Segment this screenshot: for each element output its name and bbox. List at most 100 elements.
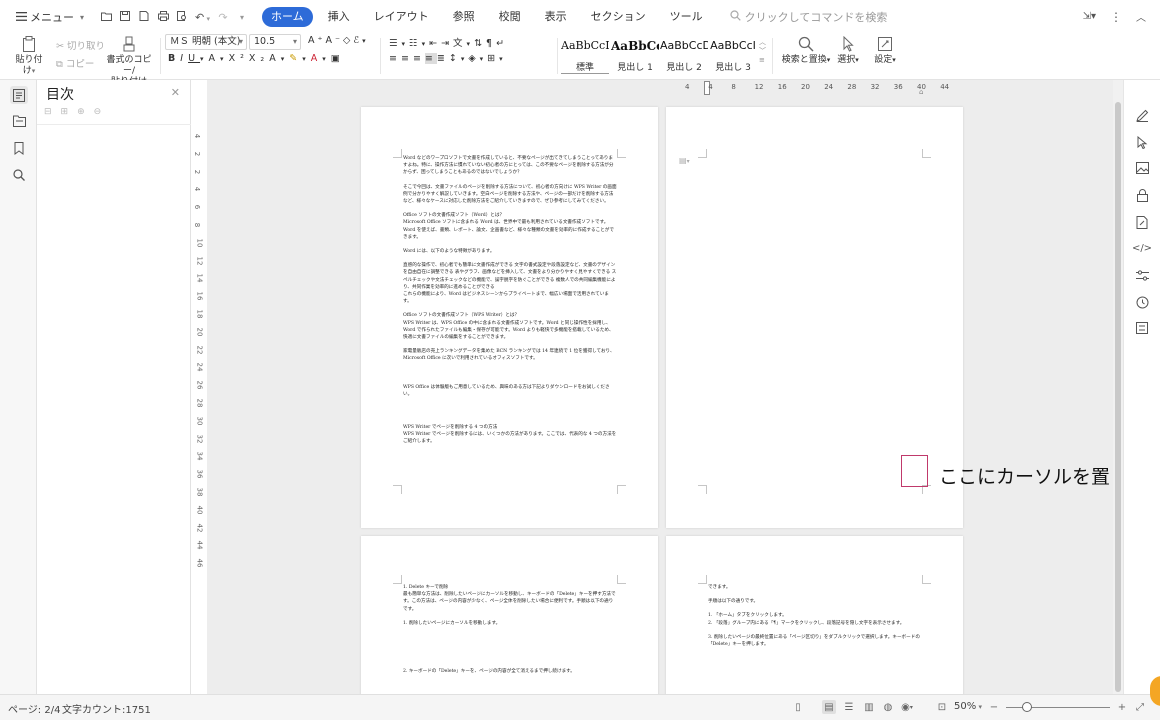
- pointer-icon[interactable]: [1134, 134, 1150, 150]
- align-right-icon[interactable]: ≡: [413, 53, 425, 64]
- grow-font-icon[interactable]: A⁺: [308, 35, 326, 46]
- page-indicator[interactable]: ページ: 2/4: [8, 701, 60, 716]
- chevron-down-icon[interactable]: ▾: [236, 13, 248, 22]
- list-view-icon[interactable]: [1134, 320, 1150, 336]
- zoom-out-icon[interactable]: −: [987, 700, 1001, 714]
- pilcrow-icon[interactable]: ↵: [496, 38, 508, 49]
- asian-layout-icon[interactable]: 文: [453, 38, 467, 49]
- web-view-icon[interactable]: ◍: [881, 700, 895, 714]
- cut-button[interactable]: ✂ 切り取り: [56, 38, 105, 52]
- tab-review[interactable]: 校閲: [490, 7, 530, 27]
- toc-add-icon[interactable]: ⊕: [77, 107, 85, 117]
- history-icon[interactable]: [1134, 294, 1150, 310]
- strikethrough-icon[interactable]: A: [209, 53, 221, 64]
- tab-references[interactable]: 参照: [444, 7, 484, 27]
- align-center-icon[interactable]: ≡: [401, 53, 413, 64]
- outdent-icon[interactable]: ⇤: [429, 38, 441, 49]
- page-3[interactable]: 1. Delete キーで削除 最も簡単な方法は、削除したいページにカーソルを移…: [361, 536, 658, 694]
- indent-icon[interactable]: ⇥: [441, 38, 453, 49]
- toc-expand-icon[interactable]: ⊟: [44, 107, 52, 117]
- style-heading-2[interactable]: AaBbCcD 見出し 2: [660, 36, 708, 76]
- distributed-icon[interactable]: ≣: [437, 53, 449, 64]
- tab-layout[interactable]: レイアウト: [365, 7, 438, 27]
- clear-format-icon[interactable]: ◇: [343, 35, 353, 46]
- document-edit-icon[interactable]: [1134, 214, 1150, 230]
- print-icon[interactable]: [157, 10, 169, 24]
- paragraph-handle-icon[interactable]: ▤▾: [679, 156, 690, 165]
- export-pdf-icon[interactable]: [138, 10, 150, 24]
- close-icon[interactable]: ✕: [171, 86, 180, 99]
- shrink-font-icon[interactable]: A⁻: [326, 35, 344, 46]
- toc-remove-icon[interactable]: ⊖: [94, 107, 102, 117]
- line-spacing-icon[interactable]: ↕: [449, 53, 461, 64]
- phonetic-icon[interactable]: ℰ: [353, 35, 362, 46]
- page-1[interactable]: Word などのワープロソフトで文書を作成していると、不要なページが出てきてしま…: [361, 107, 658, 528]
- fit-page-icon[interactable]: ⊡: [935, 700, 949, 714]
- ribbon-collapse-icon[interactable]: ⇲▾: [1083, 11, 1096, 22]
- zoom-level[interactable]: 50% ▾: [954, 701, 982, 712]
- char-border-icon[interactable]: ▣: [331, 53, 345, 64]
- scrollbar-thumb[interactable]: [1115, 102, 1121, 692]
- font-size-select[interactable]: 10.5: [249, 34, 301, 50]
- numbering-icon[interactable]: ☷: [409, 38, 422, 49]
- tab-tools[interactable]: ツール: [661, 7, 712, 27]
- style-heading-3[interactable]: AaBbCcI 見出し 3: [709, 36, 757, 76]
- copy-button[interactable]: ⧉ コピー: [56, 56, 94, 70]
- shading-icon[interactable]: ◈: [468, 53, 479, 64]
- eye-protection-icon[interactable]: ◉ ▾: [900, 700, 914, 714]
- navigation-pane-icon[interactable]: [10, 112, 28, 130]
- select-button[interactable]: 選択▾: [834, 35, 862, 66]
- search-icon[interactable]: [10, 166, 28, 184]
- print-preview-icon[interactable]: [176, 10, 188, 24]
- italic-icon[interactable]: I: [180, 53, 188, 64]
- lock-icon[interactable]: [1134, 187, 1150, 203]
- bullets-icon[interactable]: ☰: [389, 38, 402, 49]
- bold-icon[interactable]: B: [168, 53, 180, 64]
- sort-icon[interactable]: ⇅: [474, 38, 486, 49]
- tab-section[interactable]: セクション: [582, 7, 655, 27]
- document-canvas[interactable]: Word などのワープロソフトで文書を作成していると、不要なページが出てきてしま…: [207, 80, 1113, 694]
- command-search[interactable]: クリックしてコマンドを検索: [730, 9, 887, 25]
- vertical-scrollbar[interactable]: [1113, 80, 1123, 694]
- paste-button[interactable]: 貼り付け▾: [12, 36, 46, 77]
- code-icon[interactable]: </>: [1132, 240, 1152, 256]
- show-marks-icon[interactable]: ¶: [486, 38, 496, 49]
- styles-scroll[interactable]: ︿ ﹀ ≡: [759, 38, 766, 65]
- book-view-icon[interactable]: ▥: [862, 700, 876, 714]
- highlight-icon[interactable]: ✎: [289, 53, 302, 64]
- page-3-text[interactable]: 1. Delete キーで削除 最も簡単な方法は、削除したいページにカーソルを移…: [403, 584, 617, 682]
- collapse-up-icon[interactable]: ︿: [1136, 9, 1146, 24]
- redo-icon[interactable]: ↷: [217, 11, 229, 24]
- align-left-icon[interactable]: ≡: [389, 53, 401, 64]
- page-4[interactable]: できます。 手順は以下の通りです。 1. 「ホーム」タブをクリックします。 2.…: [666, 536, 963, 694]
- fullscreen-icon[interactable]: ⤢: [1133, 700, 1147, 714]
- font-color-icon[interactable]: A: [311, 53, 323, 64]
- save-icon[interactable]: [119, 10, 131, 24]
- bookmark-icon[interactable]: [10, 139, 28, 157]
- more-icon[interactable]: ⋮: [1110, 10, 1122, 24]
- sliders-icon[interactable]: [1134, 267, 1150, 283]
- text-effect-icon[interactable]: A: [269, 53, 281, 64]
- zoom-in-icon[interactable]: +: [1115, 700, 1129, 714]
- open-folder-icon[interactable]: [100, 11, 112, 24]
- style-heading-1[interactable]: AaBbCcI 見出し 1: [611, 36, 659, 76]
- outline-view-icon[interactable]: ☰: [842, 700, 856, 714]
- subscript-icon[interactable]: X₂: [249, 53, 269, 64]
- justify-icon[interactable]: ≡: [424, 53, 437, 64]
- find-replace-button[interactable]: 検索と置換▾: [780, 36, 832, 66]
- settings-button[interactable]: 設定▾: [870, 36, 900, 66]
- tab-view[interactable]: 表示: [536, 7, 576, 27]
- font-name-select[interactable]: ＭＳ 明朝 (本文): [165, 34, 247, 50]
- zoom-slider-knob[interactable]: [1021, 702, 1032, 712]
- image-icon[interactable]: [1134, 160, 1150, 176]
- undo-icon[interactable]: ↶ ▾: [195, 11, 210, 24]
- word-count[interactable]: 文字カウント:1751: [62, 701, 151, 716]
- reading-mode-icon[interactable]: ▯: [791, 700, 805, 714]
- underline-icon[interactable]: U: [188, 53, 200, 64]
- page-4-text[interactable]: できます。 手順は以下の通りです。 1. 「ホーム」タブをクリックします。 2.…: [708, 584, 922, 655]
- tab-home[interactable]: ホーム: [261, 7, 313, 27]
- toc-collapse-icon[interactable]: ⊞: [61, 107, 69, 117]
- style-normal[interactable]: AaBbCcD 標準: [561, 36, 609, 76]
- borders-icon[interactable]: ⊞: [487, 53, 499, 64]
- page-1-text[interactable]: Word などのワープロソフトで文書を作成していると、不要なページが出てきてしま…: [403, 155, 617, 453]
